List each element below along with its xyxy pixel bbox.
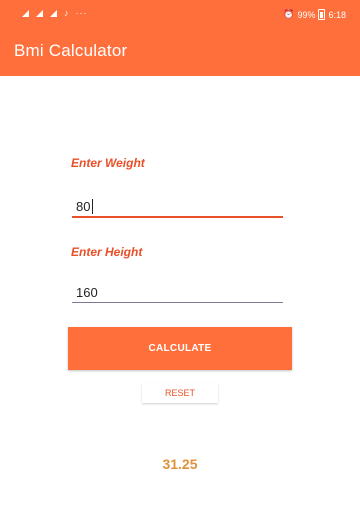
music-note-icon: ♪ xyxy=(64,8,69,18)
bmi-result: 31.25 xyxy=(162,456,198,472)
signal-icon xyxy=(22,10,29,17)
height-label: Enter Height xyxy=(71,245,143,259)
alarm-icon: ⏰ xyxy=(283,9,295,19)
height-input[interactable] xyxy=(72,282,287,302)
status-time: 6:18 xyxy=(328,9,346,20)
weight-label: Enter Weight xyxy=(71,156,145,170)
signal-icon xyxy=(50,10,57,17)
text-cursor xyxy=(92,199,93,214)
more-dots-icon: ··· xyxy=(75,8,88,18)
reset-button[interactable]: RESET xyxy=(142,383,218,403)
weight-input[interactable] xyxy=(72,196,287,216)
calculate-button[interactable]: CALCULATE xyxy=(68,327,292,370)
status-left-icons: ♪ ··· xyxy=(22,9,88,18)
app-bar: ♪ ··· ⏰ 99% 6:18 Bmi Calculator xyxy=(0,0,360,76)
battery-percent: 99% xyxy=(297,9,316,20)
weight-underline xyxy=(72,216,283,218)
height-underline xyxy=(72,302,283,303)
app-title: Bmi Calculator xyxy=(14,41,128,60)
signal-icon xyxy=(36,10,43,17)
status-bar: ♪ ··· ⏰ 99% 6:18 xyxy=(0,0,360,26)
status-right-icons: ⏰ 99% 6:18 xyxy=(283,9,346,20)
battery-icon xyxy=(318,9,326,20)
